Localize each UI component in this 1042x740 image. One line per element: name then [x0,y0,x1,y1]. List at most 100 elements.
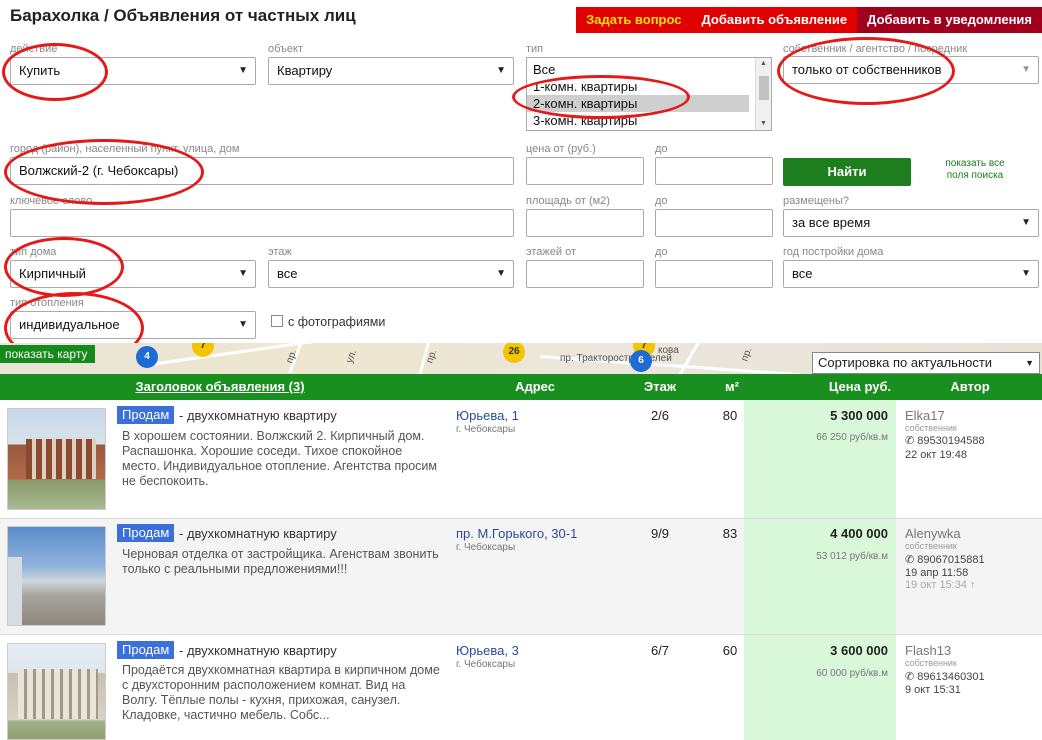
listing-author-role: собственник [905,541,957,551]
action-select[interactable]: Купить ▼ [10,57,256,85]
listing-title[interactable]: - двухкомнатную квартиру [179,408,337,423]
with-photos-checkbox[interactable] [271,315,283,327]
type-option[interactable]: 1-комн. квартиры [527,78,771,95]
type-option-selected[interactable]: 2-комн. квартиры [527,95,749,112]
listing-city: г. Чебоксары [456,542,516,553]
scroll-up-icon[interactable]: ▲ [756,58,771,70]
floor-value: все [277,266,298,281]
listing-address[interactable]: пр. М.Горького, 30-1 [456,526,577,541]
listing-area: 60 [722,643,738,658]
phone-number: 89613460301 [917,671,985,683]
scroll-down-icon[interactable]: ▼ [756,118,771,130]
chevron-down-icon: ▼ [238,65,248,76]
header-floor[interactable]: Этаж [625,374,695,400]
house-type-label: тип дома [10,246,57,258]
listing-date: 19 апр 11:58 [905,567,969,579]
action-label: действие [10,43,58,55]
heating-value: индивидуальное [19,317,120,332]
type-listbox[interactable]: Все 1-комн. квартиры 2-комн. квартиры 3-… [526,57,772,131]
price-to-label: до [655,143,668,155]
area-to-label: до [655,195,668,207]
listing-floor: 9/9 [650,526,670,541]
street-label: пр. Тракторостроителей [560,353,672,364]
map-cluster-marker[interactable]: 6 [630,350,652,372]
object-label: объект [268,43,304,55]
listing-phone[interactable]: ✆ 89067015881 [905,553,985,566]
listing-address[interactable]: Юрьева, 3 [456,643,519,658]
area-to-input[interactable] [655,209,773,237]
house-type-value: Кирпичный [19,266,86,281]
street-label: пр. [739,346,755,363]
show-all-fields-link[interactable]: показать все поля поиска [935,158,1015,182]
map-cluster-marker[interactable]: 4 [136,346,158,368]
listing-title[interactable]: - двухкомнатную квартиру [179,526,337,541]
floors-from-label: этажей от [526,246,576,258]
listing-photo[interactable] [7,643,106,740]
object-select[interactable]: Квартиру ▼ [268,57,514,85]
object-value: Квартиру [277,63,333,78]
page: Барахолка / Объявления от частных лиц За… [0,0,1042,740]
type-label: тип [526,43,544,55]
listing-author[interactable]: Flash13 [905,643,951,658]
owner-value: только от собственников [792,62,942,77]
listing-phone[interactable]: ✆ 89530194588 [905,434,985,447]
area-from-input[interactable] [526,209,644,237]
add-notification-button[interactable]: Добавить в уведомления [857,7,1042,33]
floors-to-input[interactable] [655,260,773,288]
floors-from-input[interactable] [526,260,644,288]
add-listing-button[interactable]: Добавить объявление [691,7,858,33]
listing-date: 22 окт 19:48 [905,449,967,461]
house-type-select[interactable]: Кирпичный ▼ [10,260,256,288]
floor-label: этаж [268,246,292,258]
area-from-label: площадь от (м2) [526,195,610,207]
header-address[interactable]: Адрес [490,374,580,400]
posted-select[interactable]: за все время ▼ [783,209,1039,237]
map-cluster-marker[interactable]: 26 [503,343,525,363]
listing-tag[interactable]: Продам [117,406,175,424]
phone-icon: ✆ [905,671,915,683]
listing-author[interactable]: Alenywka [905,526,961,541]
listing-author[interactable]: Elka17 [905,408,945,423]
scroll-thumb[interactable] [759,76,769,100]
show-map-button[interactable]: показать карту [0,345,96,363]
listing-phone[interactable]: ✆ 89613460301 [905,670,985,683]
listing-photo[interactable] [7,408,106,510]
listing-photo[interactable] [7,526,106,626]
scrollbar[interactable]: ▲ ▼ [755,58,771,130]
listing-author-role: собственник [905,423,957,433]
heating-select[interactable]: индивидуальное ▼ [10,311,256,339]
header-author[interactable]: Автор [930,374,1010,400]
listing-title[interactable]: - двухкомнатную квартиру [179,643,337,658]
price-from-input[interactable] [526,157,644,185]
type-option[interactable]: Все [527,61,771,78]
listing-price: 5 300 000 [830,408,888,423]
city-input[interactable]: Волжский-2 (г. Чебоксары) [10,157,514,185]
phone-icon: ✆ [905,435,915,447]
listing-price: 4 400 000 [830,526,888,541]
price-to-input[interactable] [655,157,773,185]
listing-tag[interactable]: Продам [117,641,175,659]
sort-select[interactable]: Сортировка по актуальности ▼ [812,352,1040,374]
street-label: пр. [284,348,300,365]
listing-tag[interactable]: Продам [117,524,175,542]
owner-select[interactable]: только от собственников ▼ [783,56,1039,84]
floor-select[interactable]: все ▼ [268,260,514,288]
listing-area: 83 [722,526,738,541]
floors-to-label: до [655,246,668,258]
listing-address[interactable]: Юрьева, 1 [456,408,519,423]
header-title[interactable]: Заголовок объявления (3) [120,374,320,400]
type-option[interactable]: 3-комн. квартиры [527,112,771,129]
listing-floor: 6/7 [650,643,670,658]
chevron-down-icon: ▼ [496,65,506,76]
build-year-select[interactable]: все ▼ [783,260,1039,288]
header-price[interactable]: Цена руб. [800,374,920,400]
ask-question-button[interactable]: Задать вопрос [576,7,692,33]
find-button[interactable]: Найти [783,158,911,186]
listing-author-role: собственник [905,658,957,668]
phone-icon: ✆ [905,554,915,566]
listing-description: Продаётся двухкомнатная квартира в кирпи… [122,663,440,722]
header-area[interactable]: м² [712,374,752,400]
listing-city: г. Чебоксары [456,659,516,670]
keyword-input[interactable] [10,209,514,237]
city-label: город (район), населенный пункт, улица, … [10,143,240,155]
